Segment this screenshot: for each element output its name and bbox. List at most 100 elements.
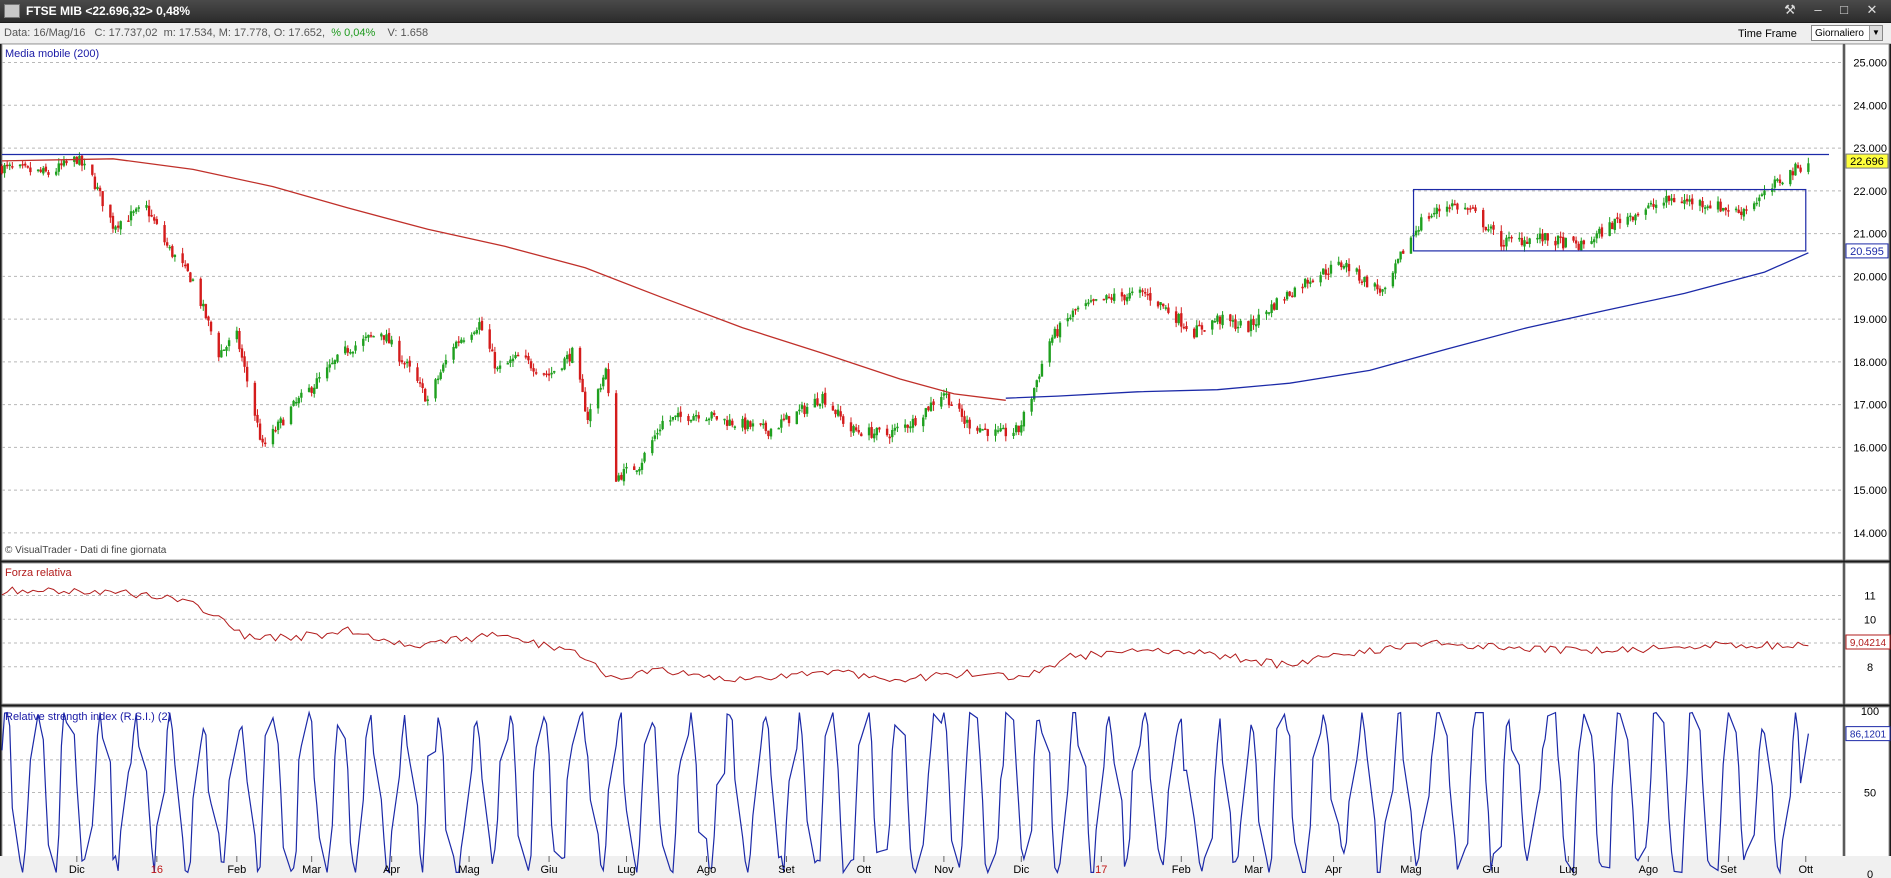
price-tick-label: 23.000: [1853, 143, 1887, 155]
candle-body: [1755, 202, 1758, 205]
candle-body: [1396, 258, 1400, 263]
candle-body: [581, 378, 584, 393]
candle-body: [1665, 195, 1668, 203]
candle-body: [36, 169, 40, 172]
candle-body: [1056, 329, 1059, 337]
candle-body: [1562, 236, 1565, 249]
candle-body: [331, 362, 334, 365]
candle-body: [426, 399, 429, 401]
candle-body: [1040, 363, 1044, 377]
candle-body: [803, 405, 806, 415]
rsi-tick-label: 50: [1864, 788, 1876, 800]
candle-body: [1525, 241, 1529, 244]
candle-body: [1734, 208, 1738, 211]
candle-body: [633, 466, 636, 471]
timeframe-label: Time Frame: [1738, 28, 1797, 40]
candle-body: [307, 387, 311, 392]
candle-body: [1592, 239, 1596, 243]
candle-body: [622, 469, 626, 482]
candle-body: [1685, 198, 1689, 202]
date-tick-label: Feb: [1172, 864, 1191, 876]
candle-body: [1507, 236, 1511, 239]
candle-body: [1445, 206, 1449, 212]
candle-body: [599, 387, 602, 390]
info-date: Data: 16/Mag/16: [4, 27, 86, 39]
timeframe-select[interactable]: Giornaliero ▼: [1811, 25, 1883, 41]
price-tick-label: 25.000: [1853, 58, 1887, 70]
candle-body: [762, 423, 765, 426]
candle-body: [1742, 208, 1746, 217]
candle-body: [480, 320, 484, 331]
candle-body: [960, 408, 964, 417]
candle-body: [436, 378, 440, 381]
date-tick-label: Dic: [1013, 864, 1029, 876]
minimize-button[interactable]: –: [1808, 2, 1828, 18]
candle-body: [403, 362, 406, 365]
candle-body: [942, 393, 946, 396]
candle-body: [733, 426, 737, 428]
candle-body: [1432, 212, 1436, 215]
candle-body: [11, 166, 14, 168]
date-tick-label: Giu: [541, 864, 558, 876]
candle-body: [1265, 311, 1268, 315]
candle-body: [189, 272, 192, 283]
price-tick-label: 15.000: [1853, 485, 1887, 497]
pin-icon[interactable]: ⚒: [1780, 2, 1800, 18]
date-tick-label: Giu: [1482, 864, 1499, 876]
date-tick-label: Ott: [857, 864, 872, 876]
candle-body: [1329, 264, 1333, 274]
candle-body: [276, 421, 280, 431]
candle-body: [1794, 163, 1797, 176]
candle-body: [914, 418, 917, 426]
chart-area[interactable]: 25.000 24.000 23.000 22.000 21.000 20.000 19.0…: [0, 44, 1891, 878]
candle-body: [1211, 320, 1214, 330]
candle-body: [749, 421, 752, 427]
candle-body: [759, 423, 762, 425]
candle-body: [1020, 425, 1023, 433]
candle-body: [1796, 165, 1800, 168]
candle-body: [207, 316, 210, 321]
rsi-tick-label: 0: [1867, 869, 1873, 878]
candle-body: [372, 335, 375, 338]
candle-body: [1048, 341, 1051, 363]
candle-body: [1038, 376, 1041, 379]
candle-body: [769, 428, 773, 437]
candle-body: [1123, 294, 1126, 301]
candle-body: [369, 335, 373, 337]
chevron-down-icon[interactable]: ▼: [1869, 26, 1882, 40]
price-tick-label: 22.000: [1853, 186, 1887, 198]
candle-body: [1306, 279, 1309, 284]
date-tick-label: Ott: [1798, 864, 1813, 876]
candle-body: [1051, 337, 1054, 343]
candle-body: [313, 387, 316, 394]
candle-body: [1283, 299, 1286, 301]
candle-body: [1595, 233, 1598, 239]
candle-body: [743, 417, 747, 430]
candle-body: [1394, 263, 1397, 274]
candle-body: [336, 354, 339, 362]
candle-body: [1035, 380, 1038, 388]
candle-body: [1293, 287, 1297, 297]
candle-body: [651, 440, 654, 454]
candle-body: [1213, 321, 1217, 323]
candle-body: [271, 428, 275, 445]
candle-body: [534, 372, 538, 374]
candle-body: [1076, 307, 1080, 310]
candle-body: [1195, 325, 1198, 338]
maximize-button[interactable]: □: [1834, 2, 1854, 18]
candle-body: [294, 402, 298, 404]
candle-body: [911, 418, 915, 428]
candle-body: [1414, 230, 1418, 236]
rs-panel-title: Forza relativa: [5, 567, 73, 579]
candle-body: [1128, 292, 1131, 299]
candle-body: [1402, 250, 1405, 254]
candle-body: [184, 264, 187, 267]
candle-body: [1580, 240, 1583, 251]
candle-body: [661, 420, 664, 430]
candle-body: [1182, 326, 1186, 329]
candle-body: [1149, 293, 1152, 301]
candle-body: [1608, 222, 1611, 236]
candle-body: [782, 418, 786, 421]
close-button[interactable]: ✕: [1862, 2, 1882, 18]
candle-body: [165, 242, 169, 246]
